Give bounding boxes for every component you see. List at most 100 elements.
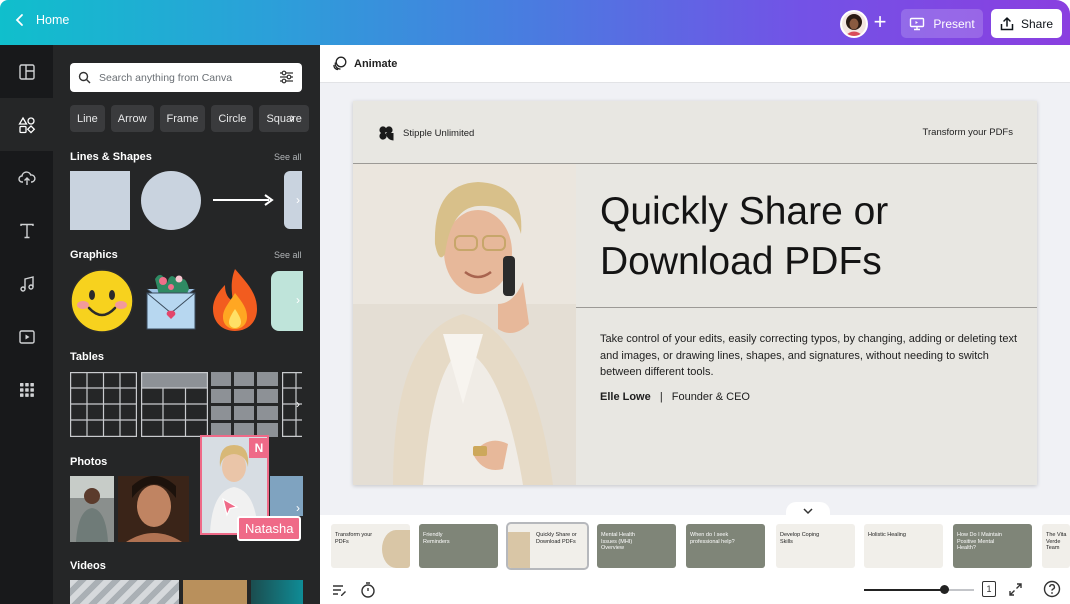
table-grid-plain[interactable] (70, 372, 137, 437)
stipple-logo-icon (379, 126, 394, 141)
chip-circle[interactable]: Circle (211, 105, 254, 132)
search-placeholder: Search anything from Canva (99, 71, 233, 84)
zoom-slider-track[interactable] (864, 585, 974, 594)
bottom-bar: 1 (320, 577, 1070, 604)
page-thumbnail[interactable]: Quickly Share or Download PDFs (506, 522, 589, 570)
user-photo (842, 12, 866, 36)
more-photos-arrow-icon[interactable]: › (284, 479, 302, 537)
avatar[interactable] (840, 10, 868, 38)
timer-icon[interactable] (360, 581, 376, 598)
rail-elements[interactable] (0, 98, 53, 151)
rail-apps[interactable] (0, 363, 53, 416)
zoom-slider-knob[interactable] (940, 585, 950, 594)
page-thumbnail[interactable]: Mental Health Issues (MHI) Overview (597, 524, 676, 568)
rail-videos[interactable] (0, 310, 53, 363)
add-collaborator-button[interactable]: + (867, 10, 893, 36)
page-thumbnail[interactable]: Holistic Healing (864, 524, 943, 568)
present-button[interactable]: Present (901, 9, 983, 38)
see-all-lines-link[interactable]: See all (274, 152, 302, 162)
animate-button[interactable]: Animate (332, 56, 397, 71)
slide-body-text[interactable]: Take control of your edits, easily corre… (600, 331, 1020, 381)
search-input[interactable]: Search anything from Canva (70, 63, 302, 92)
businesswoman-phone-photo (353, 164, 576, 485)
slide-photo[interactable] (353, 164, 576, 485)
page-thumbnail-title: Friendly Reminders (423, 532, 450, 545)
collaborator-initial-badge: N (249, 438, 269, 458)
share-button[interactable]: Share (991, 9, 1062, 38)
photo-woman-thumbnail[interactable] (118, 476, 189, 542)
shape-chips: Line Arrow Frame Circle Square (70, 105, 309, 132)
slide-signature[interactable]: Elle Lowe | Founder & CEO (600, 391, 750, 403)
page-thumbnail[interactable]: The Vita Verde Team (1042, 524, 1070, 568)
share-label: Share (1020, 16, 1054, 31)
collapse-pages-button[interactable] (786, 502, 830, 520)
more-shapes-arrow-icon[interactable]: › (284, 171, 302, 229)
envelope-flowers-graphic[interactable] (141, 267, 201, 333)
page-thumbnail[interactable]: Transform your PDFs (331, 524, 410, 568)
video-thumbnail-3[interactable] (251, 580, 303, 604)
page-thumbnail-photo (508, 532, 530, 568)
page-count-button[interactable]: 1 (982, 581, 996, 597)
editor-area: Animate Stipple Unlimited Transform your… (320, 45, 1070, 604)
more-tables-arrow-icon[interactable]: › (284, 375, 302, 433)
headline-line-1: Quickly Share or (600, 190, 889, 233)
table-grid-header[interactable] (141, 372, 208, 437)
page-thumbnail[interactable]: Develop Coping Skills (776, 524, 855, 568)
slide-brand[interactable]: Stipple Unlimited (378, 125, 474, 141)
page-thumbnail[interactable]: When do I seek professional help? (686, 524, 765, 568)
notes-icon[interactable] (331, 582, 347, 598)
text-icon (19, 223, 34, 238)
home-button[interactable]: Home (14, 13, 69, 27)
middle-divider (576, 307, 1037, 308)
animate-icon (333, 56, 347, 71)
page-thumbnail-title: When do I seek professional help? (690, 532, 735, 545)
section-title-photos: Photos (70, 456, 108, 468)
filter-sliders-icon[interactable] (279, 70, 294, 84)
rail-uploads[interactable] (0, 151, 53, 204)
rail-text[interactable] (0, 204, 53, 257)
video-thumbnail-1[interactable] (70, 580, 179, 604)
top-bar: Home + Present Share (0, 0, 1070, 45)
video-play-icon (18, 329, 35, 344)
search-icon (78, 71, 91, 84)
help-icon[interactable] (1043, 580, 1061, 598)
slide-tagline[interactable]: Transform your PDFs (923, 127, 1013, 138)
slide-headline[interactable]: Quickly Share or Download PDFs (600, 187, 1020, 287)
chip-square[interactable]: Square (259, 105, 309, 132)
presentation-icon (910, 17, 925, 30)
section-title-graphics: Graphics (70, 249, 118, 261)
chip-arrow[interactable]: Arrow (110, 105, 154, 132)
shapes-icon (17, 116, 35, 134)
layout-icon (18, 63, 35, 80)
see-all-graphics-link[interactable]: See all (274, 250, 302, 260)
chevron-right-icon[interactable]: › (290, 109, 295, 125)
smiley-graphic[interactable] (69, 268, 135, 334)
page-thumbnail-title: Develop Coping Skills (780, 532, 820, 545)
context-toolbar: Animate (320, 45, 1070, 83)
music-note-icon (19, 275, 34, 292)
slide-canvas[interactable]: Stipple Unlimited Transform your PDFs Qu… (353, 101, 1037, 485)
author-name: Elle Lowe (600, 391, 651, 403)
chip-frame[interactable]: Frame (159, 105, 206, 132)
rail-templates[interactable] (0, 45, 53, 98)
chevron-left-icon (15, 14, 23, 26)
rail-audio[interactable] (0, 257, 53, 310)
page-thumbnail[interactable]: How Do I Maintain Positive Mental Health… (953, 524, 1032, 568)
more-graphics-arrow-icon[interactable]: › (284, 271, 302, 329)
zoom-slider-fill (864, 589, 945, 591)
fire-graphic[interactable] (207, 265, 263, 333)
fullscreen-icon[interactable] (1008, 582, 1023, 597)
circle-shape[interactable] (141, 171, 201, 230)
page-thumbnail-title: Mental Health Issues (MHI) Overview (601, 532, 635, 551)
photo-man-thumbnail[interactable] (70, 476, 114, 542)
page-thumbnail-photo (382, 530, 410, 568)
page-thumbnail[interactable]: Friendly Reminders (419, 524, 498, 568)
arrow-line-shape[interactable] (211, 192, 275, 208)
grid-apps-icon (19, 382, 34, 397)
video-thumbnail-2[interactable] (183, 580, 247, 604)
page-thumbnail-title: The Vita Verde Team (1046, 532, 1067, 551)
table-grid-filled[interactable] (211, 372, 278, 437)
chip-line[interactable]: Line (70, 105, 105, 132)
square-shape[interactable] (70, 171, 130, 230)
cloud-upload-icon (17, 170, 36, 185)
